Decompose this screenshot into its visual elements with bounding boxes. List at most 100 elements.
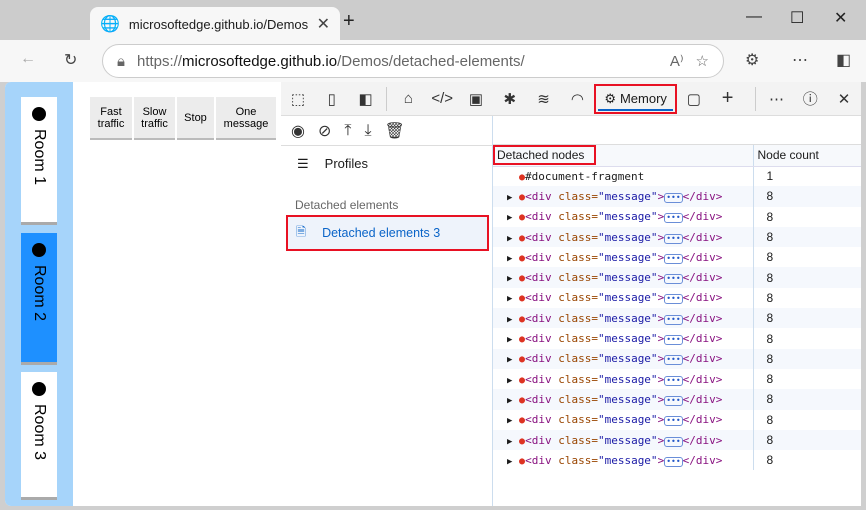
table-row[interactable]: ▶ ●<div class="message"> ••• </div> 8 xyxy=(493,267,861,288)
table-row[interactable]: ▶ ●<div class="message"> ••• </div> 8 xyxy=(493,308,861,329)
ellipsis-icon[interactable]: ••• xyxy=(664,314,683,325)
table-row[interactable]: ▶ ●<div class="message"> ••• </div> 8 xyxy=(493,186,861,207)
expand-arrow-icon[interactable]: ▶ xyxy=(507,234,512,244)
ellipsis-icon[interactable]: ••• xyxy=(664,416,683,427)
memory-toolbar: ◉ ⊘ ⤒ ⤓ 🗑︎ xyxy=(281,116,492,145)
maximize-icon[interactable]: ☐ xyxy=(790,8,804,28)
col-node-count[interactable]: Node count xyxy=(752,145,861,167)
expand-arrow-icon[interactable]: ▶ xyxy=(507,416,512,426)
read-aloud-icon[interactable]: A⁾ xyxy=(670,52,684,70)
profile-item-detached-elements-3[interactable]: 🗎 Detached elements 3 xyxy=(286,215,489,251)
new-tab-icon[interactable]: + xyxy=(343,10,355,33)
save-profile-icon[interactable]: ⤓ xyxy=(364,122,371,140)
back-icon[interactable]: ← xyxy=(20,50,36,68)
refresh-icon[interactable]: ↻ xyxy=(64,50,77,70)
fast-traffic-button[interactable]: Fast traffic xyxy=(90,97,132,138)
expand-arrow-icon[interactable]: ▶ xyxy=(507,254,512,264)
clear-icon[interactable]: ⊘ xyxy=(318,121,331,141)
stop-button[interactable]: Stop xyxy=(177,97,214,138)
delete-icon[interactable]: 🗑︎ xyxy=(385,121,405,141)
table-row[interactable]: ▶ ●<div class="message"> ••• </div> 8 xyxy=(493,287,861,309)
tab-network-wifi-icon[interactable]: ≋ xyxy=(527,90,561,108)
customize-more-icon[interactable]: ⋯ xyxy=(760,90,794,108)
table-row[interactable]: ▶ ●<div class="message"> ••• </div> 8 xyxy=(493,226,861,248)
slow-traffic-button[interactable]: Slow traffic xyxy=(134,97,175,138)
inspect-icon[interactable]: ⬚ xyxy=(281,90,315,108)
one-message-button[interactable]: One message xyxy=(216,97,276,138)
table-row[interactable]: ▶ ●<div class="message"> ••• </div> 8 xyxy=(493,389,861,410)
favorite-star-icon[interactable]: ☆ xyxy=(696,52,709,70)
ellipsis-icon[interactable]: ••• xyxy=(664,355,683,366)
sidebar-toggle-icon[interactable]: ◧ xyxy=(836,50,851,70)
ellipsis-icon[interactable]: ••• xyxy=(664,274,683,285)
load-profile-icon[interactable]: ⤒ xyxy=(344,122,351,140)
extensions-icon[interactable]: ⚙ xyxy=(745,50,759,70)
profiles-sidebar: ☰ Profiles Detached elements 🗎 Detached el… xyxy=(281,145,492,506)
browser-tab[interactable]: 🌐 microsoftedge.github.io/Demos/detached… xyxy=(90,7,340,41)
expand-arrow-icon[interactable]: ▶ xyxy=(507,335,512,345)
expand-arrow-icon[interactable]: ▶ xyxy=(507,193,512,203)
close-window-icon[interactable]: ✕ xyxy=(834,8,847,28)
ellipsis-icon[interactable]: ••• xyxy=(664,335,683,346)
tab-memory[interactable]: ⚙ Memory xyxy=(594,83,677,114)
room-1-tab[interactable]: Room 1 xyxy=(21,97,57,222)
table-row[interactable]: ▶ ●<div class="message"> ••• </div> 8 xyxy=(493,206,861,227)
tab-application-icon[interactable]: ▢ xyxy=(677,90,711,108)
section-label: Detached elements xyxy=(295,198,399,212)
expand-arrow-icon[interactable]: ▶ xyxy=(507,396,512,406)
traffic-buttons: Fast traffic Slow traffic Stop One message xyxy=(90,97,276,138)
ellipsis-icon[interactable]: ••• xyxy=(664,456,683,467)
globe-icon: 🌐 xyxy=(100,16,120,33)
status-dot xyxy=(32,382,46,396)
ellipsis-icon[interactable]: ••• xyxy=(664,253,683,264)
table-row[interactable]: ▶ ●<div class="message"> ••• </div> 8 xyxy=(493,247,861,268)
status-dot xyxy=(32,107,46,121)
tab-sources-bug-icon[interactable]: ✱ xyxy=(493,90,527,108)
col-detached-nodes[interactable]: Detached nodes xyxy=(493,145,753,167)
expand-arrow-icon[interactable]: ▶ xyxy=(507,315,512,325)
ellipsis-icon[interactable]: ••• xyxy=(664,294,683,305)
expand-arrow-icon[interactable]: ▶ xyxy=(507,294,512,304)
table-row[interactable]: ▶ ●<div class="message"> ••• </div> 8 xyxy=(493,328,861,349)
device-emulation-icon[interactable]: ▯ xyxy=(315,90,349,108)
table-row[interactable]: ▶ ●<div class="message"> ••• </div> 8 xyxy=(493,348,861,369)
expand-arrow-icon[interactable]: ▶ xyxy=(507,376,512,386)
profiles-header[interactable]: ☰ Profiles xyxy=(297,156,368,172)
expand-arrow-icon[interactable]: ▶ xyxy=(507,355,512,365)
table-row[interactable]: ●#document-fragment 1 xyxy=(493,166,861,187)
ellipsis-icon[interactable]: ••• xyxy=(664,436,683,447)
devtools-panel: ⬚ ▯ ◧ ⌂ </> ▣ ✱ ≋ ◠ ⚙ Memory ▢ + ⋯ ⓘ ✕ ◉ … xyxy=(281,82,861,506)
minimize-icon[interactable]: — xyxy=(746,8,762,26)
address-bar[interactable]: 🔒︎ https://microsoftedge.github.io/Demos… xyxy=(102,44,724,78)
ellipsis-icon[interactable]: ••• xyxy=(664,395,683,406)
tab-console-icon[interactable]: ▣ xyxy=(459,90,493,108)
room-3-tab[interactable]: Room 3 xyxy=(21,372,57,497)
more-tools-plus-icon[interactable]: + xyxy=(711,87,745,110)
tab-performance-icon[interactable]: ◠ xyxy=(561,90,595,108)
tab-elements-icon[interactable]: </> xyxy=(425,90,459,107)
url-text: https://microsoftedge.github.io/Demos/de… xyxy=(136,52,525,70)
room-2-tab[interactable]: Room 2 xyxy=(21,233,57,362)
ellipsis-icon[interactable]: ••• xyxy=(664,233,683,244)
more-icon[interactable]: ⋯ xyxy=(792,50,808,70)
expand-arrow-icon[interactable]: ▶ xyxy=(507,457,512,467)
close-tab-icon[interactable]: ✕ xyxy=(317,14,330,34)
devtools-tabs: ⬚ ▯ ◧ ⌂ </> ▣ ✱ ≋ ◠ ⚙ Memory ▢ + ⋯ ⓘ ✕ xyxy=(281,82,861,116)
table-row[interactable]: ▶ ●<div class="message"> ••• </div> 8 xyxy=(493,450,861,471)
table-row[interactable]: ▶ ●<div class="message"> ••• </div> 8 xyxy=(493,368,861,390)
help-icon[interactable]: ⓘ xyxy=(793,88,827,109)
table-row[interactable]: ▶ ●<div class="message"> ••• </div> 8 xyxy=(493,429,861,451)
dock-icon[interactable]: ◧ xyxy=(349,90,383,108)
ellipsis-icon[interactable]: ••• xyxy=(664,213,683,224)
record-icon[interactable]: ◉ xyxy=(291,121,305,141)
expand-arrow-icon[interactable]: ▶ xyxy=(507,274,512,284)
close-devtools-icon[interactable]: ✕ xyxy=(827,90,861,108)
memory-chip-icon: ⚙ xyxy=(604,90,616,106)
table-row[interactable]: ▶ ●<div class="message"> ••• </div> 8 xyxy=(493,409,861,430)
tab-welcome-home-icon[interactable]: ⌂ xyxy=(391,90,425,107)
ellipsis-icon[interactable]: ••• xyxy=(664,375,683,386)
expand-arrow-icon[interactable]: ▶ xyxy=(507,437,512,447)
ellipsis-icon[interactable]: ••• xyxy=(664,192,683,203)
expand-arrow-icon[interactable]: ▶ xyxy=(507,213,512,223)
status-dot xyxy=(32,243,46,257)
